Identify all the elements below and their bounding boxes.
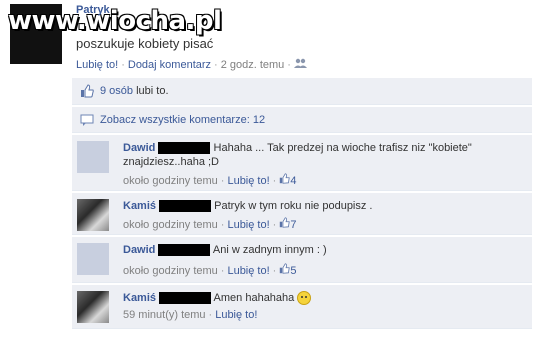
comment-item: Dawid Hahaha ... Tak predzej na wioche t… — [72, 135, 532, 191]
comment-like-link[interactable]: Lubię to! — [215, 309, 257, 321]
likes-count-link[interactable]: 9 osób — [100, 85, 133, 97]
post-like-link[interactable]: Lubię to! — [76, 59, 118, 71]
comment-like-count[interactable]: 5 — [290, 265, 296, 277]
comment-timestamp: około godziny temu — [123, 175, 218, 187]
thumbs-up-icon — [279, 263, 291, 277]
smiley-icon — [297, 291, 312, 306]
friends-icon — [293, 58, 307, 71]
comments-panel: 9 osób lubi to. Zobacz wszystkie komenta… — [72, 78, 532, 329]
comment-timestamp: około godziny temu — [123, 219, 218, 231]
comment-like-link[interactable]: Lubię to! — [227, 265, 269, 277]
comment-avatar[interactable] — [77, 199, 109, 231]
redacted-surname — [158, 142, 211, 155]
comment-text: Ani w zadnym innym : ) — [210, 244, 327, 256]
comment-timestamp: około godziny temu — [123, 265, 218, 277]
redacted-surname — [159, 200, 212, 213]
thumbs-up-icon — [80, 84, 94, 98]
redacted-surname — [159, 292, 212, 305]
add-comment-link[interactable]: Dodaj komentarz — [128, 59, 211, 71]
comment-avatar[interactable] — [77, 141, 109, 173]
post-text: poszukuje kobiety pisać — [76, 36, 214, 51]
likes-row: 9 osób lubi to. — [72, 78, 532, 105]
comment-text: Patryk w tym roku nie podupisz . — [211, 200, 373, 212]
comment-author[interactable]: Kamiś — [123, 292, 156, 304]
watermark: www.wiocha.pl — [8, 6, 222, 36]
post-author-name[interactable]: Patryk — [76, 4, 110, 16]
comment-bubble-icon — [80, 113, 94, 127]
comment-like-count[interactable]: 7 — [290, 219, 296, 231]
thumbs-up-icon — [279, 217, 291, 231]
post-meta: Lubię to! · Dodaj komentarz · 2 godz. temu · — [76, 58, 307, 71]
comment-author[interactable]: Kamiś — [123, 200, 156, 212]
redacted-surname — [158, 244, 211, 257]
thumbs-up-icon — [279, 173, 291, 187]
comment-timestamp: 59 minut(y) temu — [123, 309, 206, 322]
view-all-comments-row[interactable]: Zobacz wszystkie komentarze: 12 — [72, 107, 532, 133]
comment-like-link[interactable]: Lubię to! — [227, 219, 269, 231]
comment-item: Kamiś Patryk w tym roku nie podupisz . o… — [72, 193, 532, 235]
post-timestamp: 2 godz. temu — [220, 59, 285, 71]
view-all-comments-link[interactable]: Zobacz wszystkie komentarze: 12 — [100, 114, 265, 126]
likes-suffix: lubi to. — [133, 84, 169, 97]
comment-item: Kamiś Amen hahahaha 59 minut(y) temu · Lub… — [72, 285, 532, 329]
comment-like-count[interactable]: 4 — [290, 175, 296, 187]
comment-avatar[interactable] — [77, 291, 109, 323]
comment-item: Dawid Ani w zadnym innym : ) około godzi… — [72, 237, 532, 283]
comment-author[interactable]: Dawid — [123, 244, 155, 256]
comment-avatar[interactable] — [77, 243, 109, 275]
comment-like-link[interactable]: Lubię to! — [227, 175, 269, 187]
comment-text: Amen hahahaha — [211, 292, 295, 304]
comment-author[interactable]: Dawid — [123, 142, 155, 154]
